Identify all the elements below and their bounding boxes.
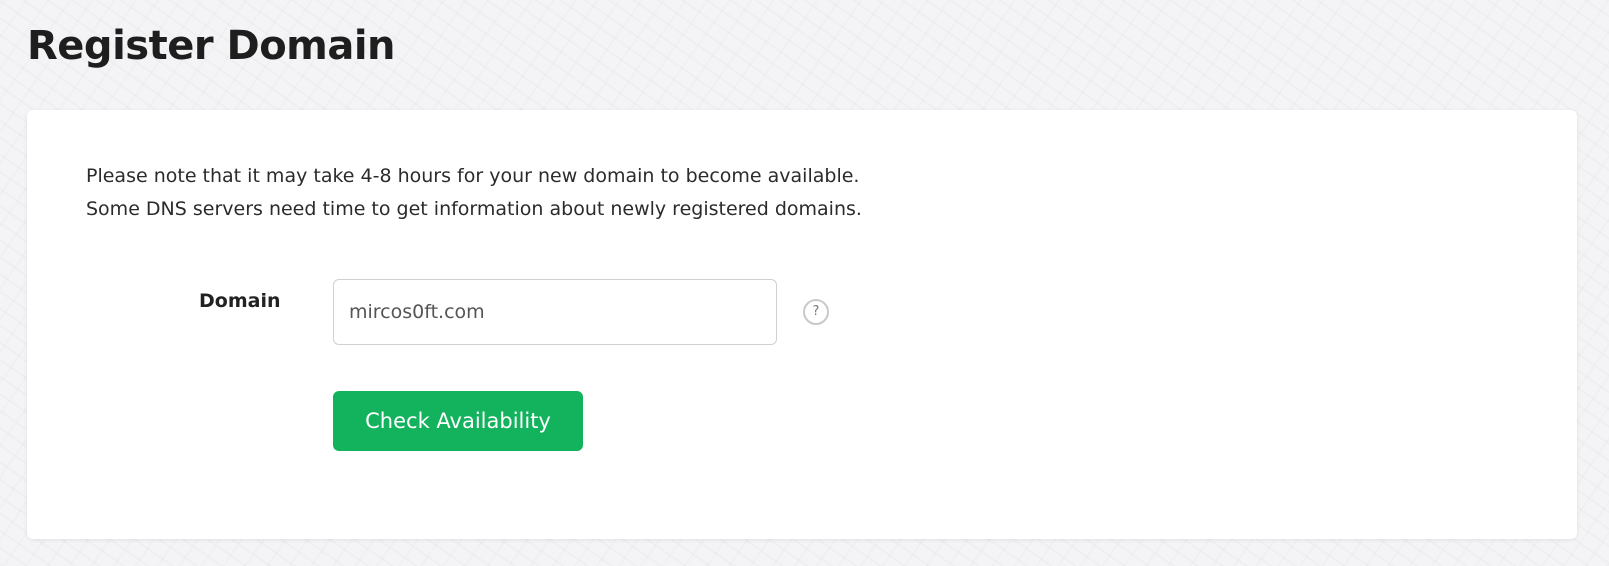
register-domain-card: Please note that it may take 4-8 hours f…	[27, 110, 1577, 539]
domain-label: Domain	[199, 290, 281, 312]
question-circle-icon[interactable]: ?	[803, 299, 829, 325]
domain-input[interactable]	[333, 279, 777, 345]
page-title: Register Domain	[27, 23, 396, 69]
availability-notice: Please note that it may take 4-8 hours f…	[86, 160, 862, 226]
notice-line-1: Please note that it may take 4-8 hours f…	[86, 165, 860, 187]
check-availability-button[interactable]: Check Availability	[333, 391, 583, 451]
notice-line-2: Some DNS servers need time to get inform…	[86, 198, 862, 220]
